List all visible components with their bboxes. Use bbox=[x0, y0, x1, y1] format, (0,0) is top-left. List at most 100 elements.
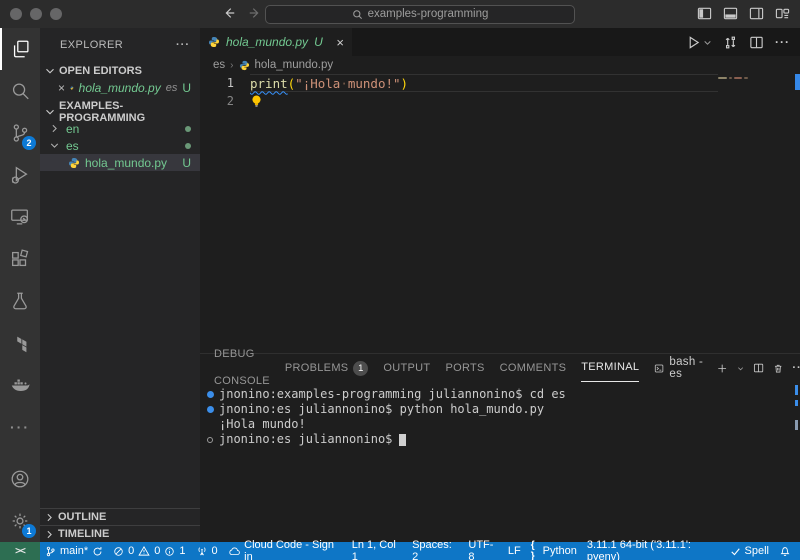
breadcrumb[interactable]: es › hola_mundo.py bbox=[200, 56, 800, 74]
timeline-section-header[interactable]: TIMELINE bbox=[40, 525, 200, 542]
sync-icon bbox=[93, 546, 102, 555]
search-view-icon[interactable] bbox=[0, 70, 40, 112]
run-dropdown-chevron-icon[interactable] bbox=[703, 38, 712, 47]
tab-output[interactable]: OUTPUT bbox=[383, 354, 430, 382]
back-arrow-icon[interactable] bbox=[222, 6, 236, 20]
problems-badge: 1 bbox=[353, 360, 369, 376]
settings-badge: 1 bbox=[22, 524, 36, 538]
line-number-1: 1 bbox=[226, 76, 234, 90]
source-control-icon[interactable]: 2 bbox=[0, 112, 40, 154]
tab-filename: hola_mundo.py bbox=[226, 35, 309, 49]
minimap[interactable] bbox=[718, 75, 790, 115]
editor-more-actions-icon[interactable]: ··· bbox=[775, 35, 790, 49]
testing-icon[interactable] bbox=[0, 280, 40, 322]
terminal-scrollbar-decorations bbox=[795, 382, 798, 542]
python-file-icon bbox=[209, 37, 219, 47]
status-bar: >< main* 0 0 1 0 Cloud Code - Sign in Ln… bbox=[0, 539, 800, 560]
split-terminal-icon[interactable] bbox=[753, 361, 764, 375]
terminal-line: jnonino:examples-programming juliannonin… bbox=[206, 387, 800, 402]
remote-explorer-icon[interactable] bbox=[0, 196, 40, 238]
ports-status-item[interactable]: 0 bbox=[191, 542, 223, 560]
tree-file-hola-mundo[interactable]: hola_mundo.py U bbox=[40, 154, 200, 171]
terminal-line: ¡Hola mundo! bbox=[219, 417, 306, 431]
customize-layout-icon[interactable] bbox=[775, 6, 790, 21]
more-views-icon[interactable]: ··· bbox=[0, 406, 40, 448]
outline-section-header[interactable]: OUTLINE bbox=[40, 508, 200, 525]
command-pending-decoration[interactable] bbox=[206, 436, 214, 443]
git-status-untracked: U bbox=[182, 80, 191, 95]
open-changes-icon[interactable] bbox=[723, 35, 738, 50]
settings-gear-icon[interactable]: 1 bbox=[0, 500, 40, 542]
remote-indicator[interactable]: >< bbox=[0, 542, 40, 560]
git-branch-item[interactable]: main* bbox=[40, 542, 108, 560]
chevron-right-icon bbox=[47, 513, 52, 521]
chevron-right-icon bbox=[52, 124, 57, 133]
new-terminal-icon[interactable] bbox=[717, 362, 727, 375]
command-center-search[interactable]: examples-programming bbox=[265, 4, 575, 24]
forward-arrow-icon[interactable] bbox=[248, 6, 262, 20]
chevron-down-icon bbox=[46, 68, 54, 74]
sidebar-title: EXPLORER bbox=[60, 39, 124, 51]
split-editor-icon[interactable] bbox=[749, 35, 764, 50]
warning-icon bbox=[138, 545, 150, 556]
toggle-panel-icon[interactable] bbox=[723, 6, 738, 21]
python-interpreter-item[interactable]: 3.11.1 64-bit ('3.11.1': pyenv) bbox=[582, 539, 725, 560]
run-python-file-icon[interactable] bbox=[686, 35, 701, 50]
workspace-header[interactable]: EXAMPLES-PROGRAMMING bbox=[40, 100, 200, 124]
extensions-icon[interactable] bbox=[0, 238, 40, 280]
window-controls[interactable] bbox=[10, 8, 62, 20]
tab-hola-mundo[interactable]: hola_mundo.py U × bbox=[200, 28, 352, 56]
explorer-more-actions-icon[interactable]: ··· bbox=[176, 39, 190, 51]
open-editors-header[interactable]: OPEN EDITORS bbox=[40, 62, 200, 79]
terminal-output[interactable]: jnonino:examples-programming juliannonin… bbox=[200, 382, 800, 542]
panel-more-actions-icon[interactable]: ··· bbox=[792, 362, 800, 374]
titlebar: examples-programming bbox=[0, 0, 800, 28]
cursor-position-item[interactable]: Ln 1, Col 1 bbox=[347, 539, 407, 560]
close-editor-icon[interactable]: × bbox=[58, 81, 65, 95]
encoding-item[interactable]: UTF-8 bbox=[463, 539, 503, 560]
run-debug-icon[interactable] bbox=[0, 154, 40, 196]
tab-problems[interactable]: PROBLEMS 1 bbox=[285, 354, 369, 382]
command-success-decoration[interactable] bbox=[206, 406, 214, 413]
terminal-dropdown-chevron-icon[interactable] bbox=[737, 364, 744, 373]
code-editor[interactable]: 1 print("¡Hola·mundo!") 2 bbox=[200, 74, 800, 353]
tab-comments[interactable]: COMMENTS bbox=[500, 354, 567, 382]
open-editor-filename: hola_mundo.py bbox=[78, 80, 161, 95]
zoom-window-button[interactable] bbox=[50, 8, 62, 20]
tab-terminal[interactable]: TERMINAL bbox=[581, 354, 640, 382]
toggle-secondary-sidebar-icon[interactable] bbox=[749, 6, 764, 21]
terminal-icon bbox=[655, 364, 664, 372]
code-line-1: print("¡Hola·mundo!") bbox=[250, 75, 409, 91]
language-mode-item[interactable]: { } Python bbox=[526, 540, 582, 560]
eol-item[interactable]: LF bbox=[503, 545, 526, 557]
close-tab-icon[interactable]: × bbox=[336, 35, 344, 50]
minimize-window-button[interactable] bbox=[30, 8, 42, 20]
toggle-sidebar-icon[interactable] bbox=[697, 6, 712, 21]
breadcrumb-folder[interactable]: es bbox=[213, 59, 225, 71]
indentation-item[interactable]: Spaces: 2 bbox=[407, 539, 463, 560]
docker-icon[interactable] bbox=[0, 364, 40, 406]
open-editor-item[interactable]: × hola_mundo.py es U bbox=[40, 79, 200, 96]
explorer-icon[interactable] bbox=[0, 28, 40, 70]
tree-folder-es[interactable]: es bbox=[40, 137, 200, 154]
chevron-down-icon bbox=[46, 109, 54, 115]
bell-icon bbox=[780, 547, 790, 556]
close-window-button[interactable] bbox=[10, 8, 22, 20]
explorer-sidebar: EXPLORER ··· OPEN EDITORS × hola_mundo.p… bbox=[40, 28, 200, 542]
kill-terminal-icon[interactable] bbox=[773, 362, 783, 375]
breadcrumb-file[interactable]: hola_mundo.py bbox=[255, 59, 334, 71]
command-success-decoration[interactable] bbox=[206, 391, 214, 398]
tab-debug-console[interactable]: DEBUG CONSOLE bbox=[214, 348, 270, 387]
terminal-session-select[interactable]: bash - es bbox=[654, 356, 708, 380]
editor-tabstrip: hola_mundo.py U × ··· bbox=[200, 28, 800, 56]
terraform-icon[interactable] bbox=[0, 322, 40, 364]
problems-status-item[interactable]: 0 0 1 bbox=[108, 542, 190, 560]
account-icon[interactable] bbox=[0, 458, 40, 500]
spell-checker-item[interactable]: Spell bbox=[725, 545, 774, 557]
bottom-panel: DEBUG CONSOLE PROBLEMS 1 OUTPUT PORTS COM… bbox=[200, 348, 800, 542]
notifications-bell-item[interactable] bbox=[774, 545, 796, 557]
tab-ports[interactable]: PORTS bbox=[445, 354, 484, 382]
python-file-icon bbox=[69, 157, 79, 168]
lightbulb-icon[interactable] bbox=[250, 94, 263, 108]
cloud-code-item[interactable]: Cloud Code - Sign in bbox=[223, 539, 347, 560]
